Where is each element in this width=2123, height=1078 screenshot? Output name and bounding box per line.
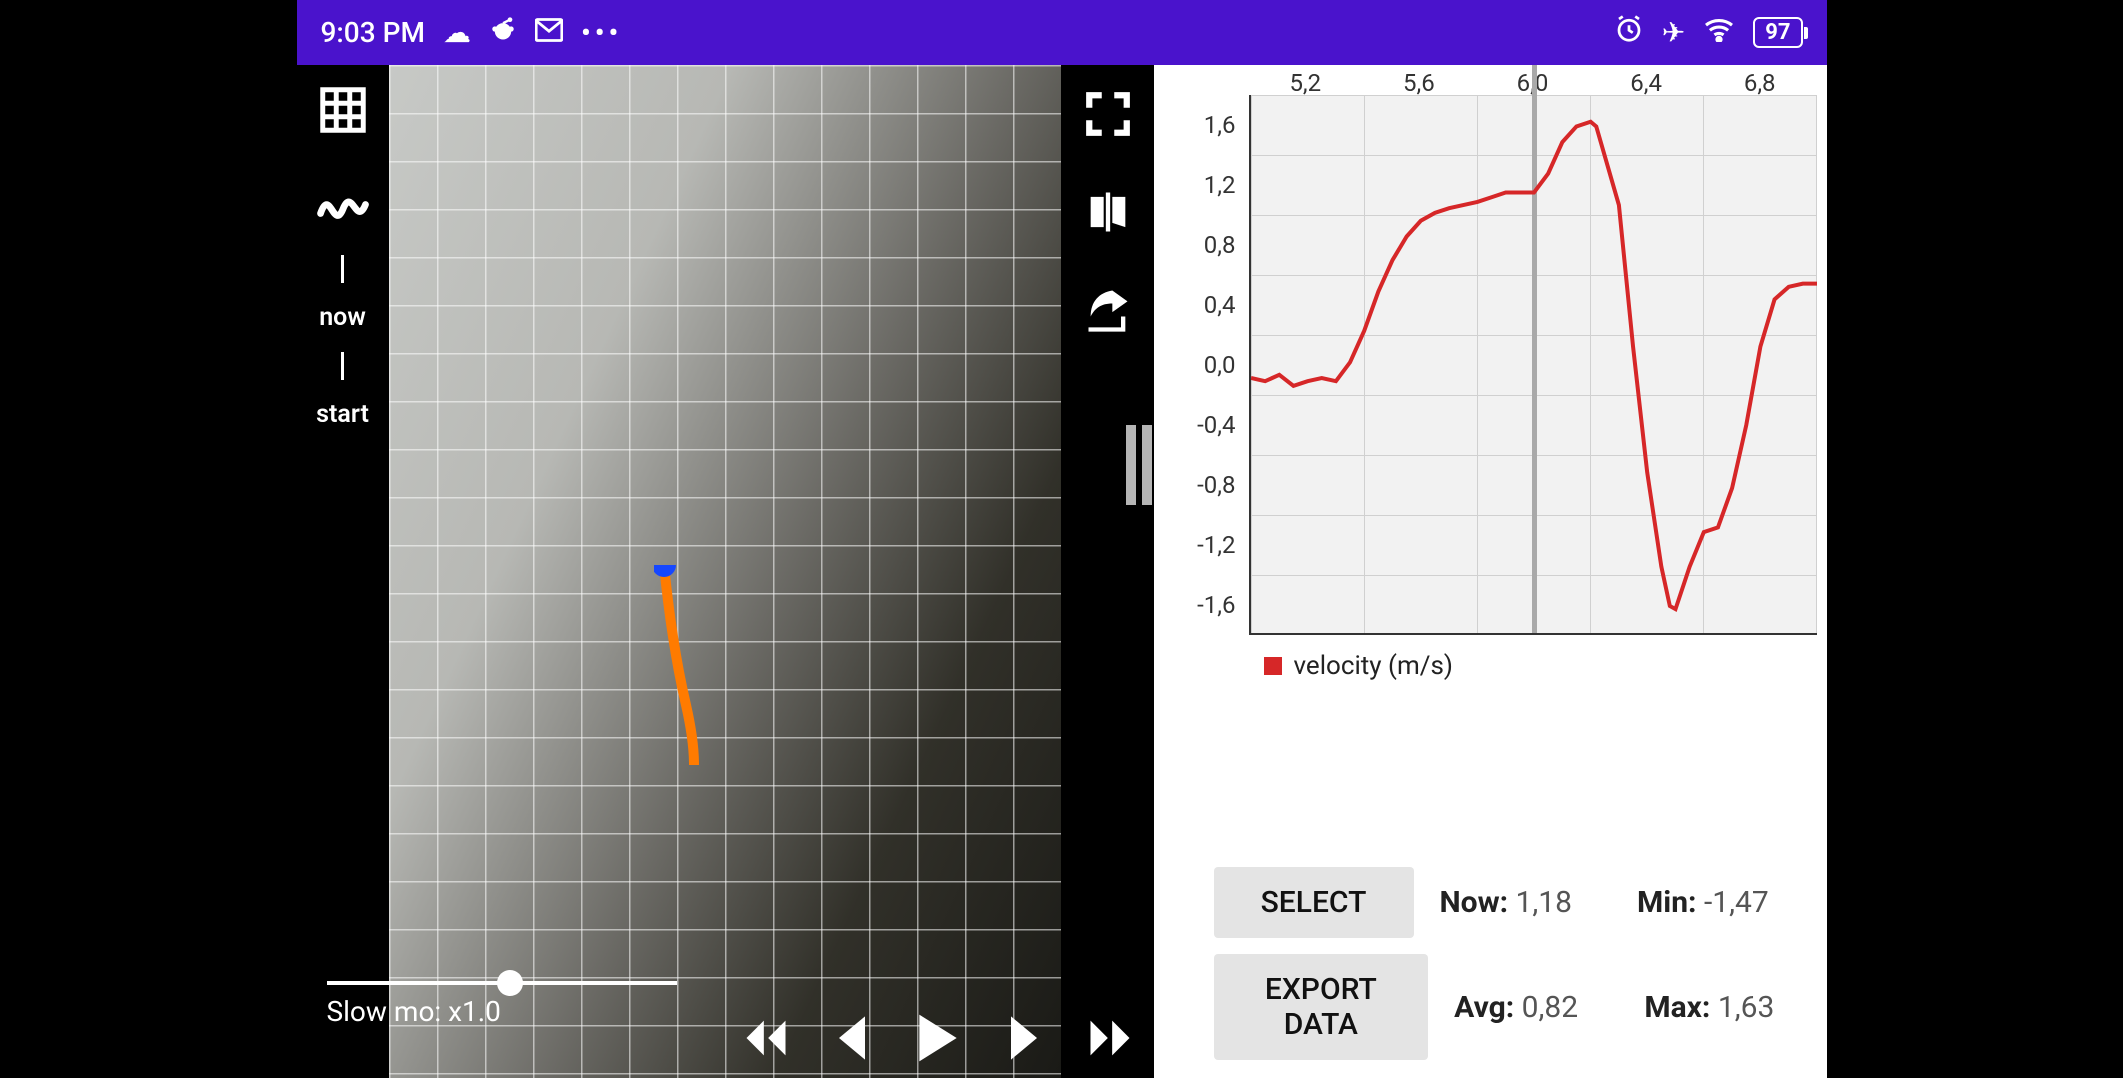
battery-indicator: 97 (1753, 17, 1802, 48)
chart-line (1251, 95, 1817, 661)
marker-tick (341, 352, 344, 380)
grid-toggle-button[interactable] (308, 75, 378, 145)
seek-back-button[interactable] (820, 1006, 884, 1070)
gmail-icon (535, 16, 563, 49)
airplane-icon: ✈ (1662, 16, 1685, 49)
share-button[interactable] (1073, 275, 1143, 345)
video-analyzer-pane: now start (297, 65, 1154, 1078)
seek-back-fast-button[interactable] (734, 1006, 798, 1070)
cloud-icon: ☁ (443, 16, 471, 49)
export-data-button[interactable]: EXPORT DATA (1214, 954, 1429, 1060)
wifi-icon (1703, 16, 1735, 49)
select-button[interactable]: SELECT (1214, 867, 1414, 938)
play-button[interactable] (906, 1006, 970, 1070)
stat-min: Min: -1,47 (1637, 885, 1809, 920)
y-axis-ticks: 1,61,20,80,40,0-0,4-0,8-1,2-1,6 (1154, 95, 1244, 635)
chart-legend: velocity (m/s) (1264, 651, 1453, 681)
seek-fwd-button[interactable] (992, 1006, 1056, 1070)
chart-pane: 5,25,66,06,46,8 1,61,20,80,40,0-0,4-0,8-… (1154, 65, 1827, 1078)
legend-swatch (1264, 657, 1282, 675)
clock-text: 9:03 PM (321, 16, 425, 49)
video-surface[interactable] (389, 65, 1061, 1078)
stat-avg: Avg: 0,82 (1454, 990, 1618, 1025)
marker-now-button[interactable]: now (319, 303, 366, 332)
pane-drag-handle[interactable] (1126, 425, 1154, 505)
slowmo-slider-thumb[interactable] (497, 970, 523, 996)
stat-max: Max: 1,63 (1644, 990, 1808, 1025)
stat-now: Now: 1,18 (1440, 885, 1612, 920)
chart-plot-area[interactable] (1249, 95, 1817, 635)
compare-button[interactable] (1073, 177, 1143, 247)
bar-path-overlay (654, 565, 714, 765)
draw-toggle-button[interactable] (308, 165, 378, 235)
reddit-icon (489, 15, 517, 50)
status-bar: 9:03 PM ☁ ••• ✈ 97 (297, 0, 1827, 65)
marker-start-button[interactable]: start (316, 400, 369, 429)
slowmo-slider[interactable] (327, 981, 677, 985)
seek-fwd-fast-button[interactable] (1078, 1006, 1142, 1070)
alarm-icon (1614, 14, 1644, 51)
marker-tick (341, 255, 344, 283)
fullscreen-button[interactable] (1073, 79, 1143, 149)
more-icon: ••• (581, 16, 622, 49)
